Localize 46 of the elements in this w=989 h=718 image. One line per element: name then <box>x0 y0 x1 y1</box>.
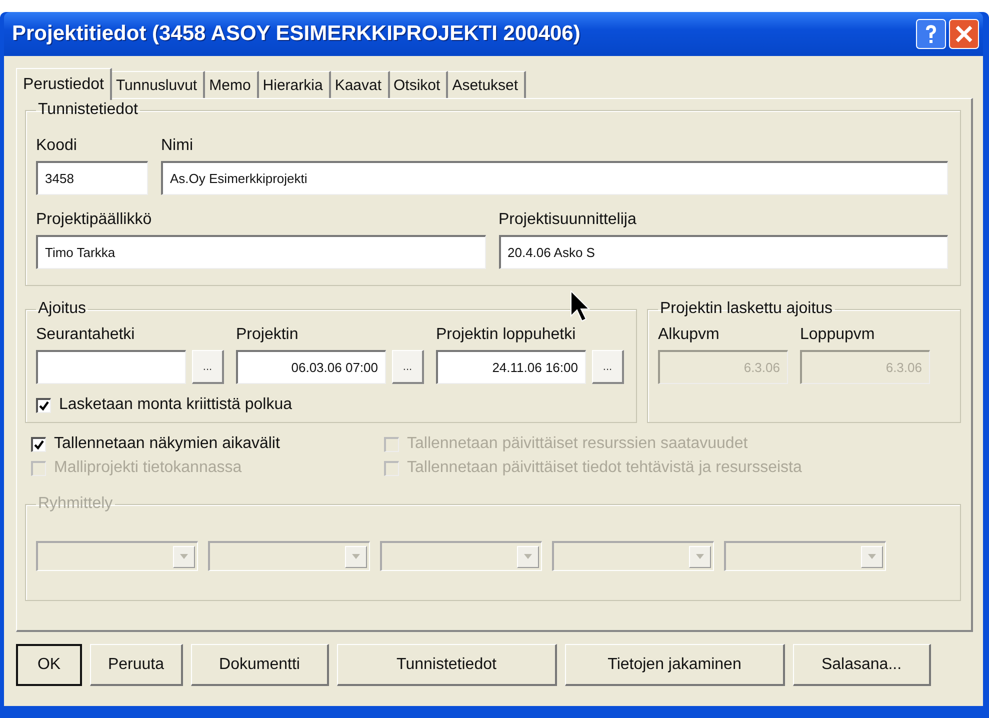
date-field[interactable]: 06.03.06 07:00 <box>236 350 386 384</box>
dialog-button[interactable]: Tietojen jakaminen <box>565 644 785 686</box>
date-field[interactable]: 24.11.06 16:00 <box>436 350 586 384</box>
picker-button[interactable]: ... <box>592 350 624 384</box>
checkbox-label: Malliprojekti tietokannassa <box>54 459 242 477</box>
text-field[interactable]: 3458 <box>36 161 148 195</box>
checkbox-label: Tallennetaan päivittäiset tiedot tehtävistä ja resursseista <box>407 459 802 477</box>
tab[interactable]: Otsikot <box>390 71 448 98</box>
help-icon[interactable] <box>916 19 946 49</box>
dialog-button[interactable]: OK <box>16 644 82 686</box>
group-title: Ajoitus <box>37 300 88 318</box>
dialog-button[interactable]: Peruuta <box>90 644 183 686</box>
dialog-button[interactable]: Dokumentti <box>191 644 329 686</box>
field-label: Projektisuunnittelija <box>498 211 638 229</box>
field-label: Alkupvm <box>658 326 720 344</box>
checkbox-label: Lasketaan monta kriittistä polkua <box>59 396 292 414</box>
picker-button[interactable]: ... <box>192 350 224 384</box>
field-label: Projektin loppuhetki <box>436 326 577 344</box>
tab[interactable]: Hierarkia <box>258 71 331 98</box>
text-field[interactable]: As.Oy Esimerkkiprojekti <box>161 161 948 195</box>
dialog-button[interactable]: Salasana... <box>793 644 931 686</box>
tab[interactable]: Perustiedot <box>16 68 112 100</box>
checkbox-label: Tallennetaan päivittäiset resurssien saatavuudet <box>407 435 748 453</box>
group-title: Tunnistetiedot <box>37 101 139 119</box>
text-field[interactable]: 20.4.06 Asko S <box>498 235 948 269</box>
field-label: Loppupvm <box>800 326 876 344</box>
field-label: Projektipäällikkö <box>36 211 153 229</box>
checkbox-label: Tallennetaan näkymien aikavälit <box>54 435 280 453</box>
close-icon[interactable] <box>949 19 979 49</box>
field-label: Koodi <box>36 137 78 155</box>
tab[interactable]: Tunnusluvut <box>112 71 206 98</box>
dialog-button[interactable]: Tunnistetiedot <box>337 644 557 686</box>
group-title: Projektin laskettu ajoitus <box>659 300 834 318</box>
group-title: Ryhmittely <box>37 495 114 513</box>
tab[interactable]: Memo <box>205 71 259 98</box>
date-field[interactable] <box>36 350 186 384</box>
text-field[interactable]: Timo Tarkka <box>36 235 486 269</box>
field-label: Projektin <box>236 326 300 344</box>
window-title: Projektitiedot (3458 ASOY ESIMERKKIPROJEKTI 200406) <box>12 22 580 46</box>
checkbox[interactable] <box>31 436 46 452</box>
field-label: Seurantahetki <box>36 326 136 344</box>
checkbox[interactable] <box>36 398 51 412</box>
picker-button[interactable]: ... <box>392 350 424 384</box>
tab[interactable]: Asetukset <box>448 71 526 98</box>
field-label: Nimi <box>161 137 194 155</box>
tab[interactable]: Kaavat <box>330 71 390 98</box>
